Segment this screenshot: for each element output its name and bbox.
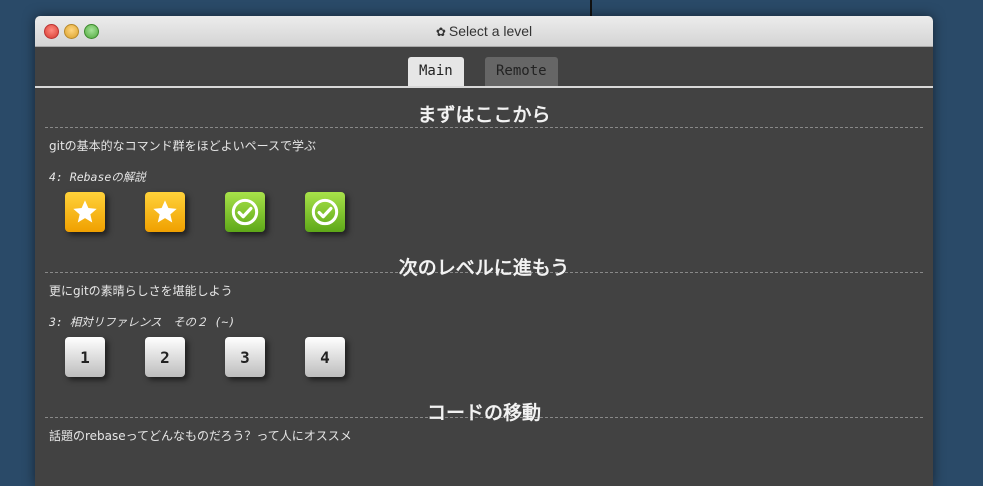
tab-bar: Main Remote [35, 47, 933, 88]
background-line [590, 0, 592, 16]
level-icon-row: 1 2 3 4 [35, 334, 933, 388]
section-title: 次のレベルに進もう [45, 243, 923, 279]
checkmark-icon [311, 198, 339, 226]
level-1-button[interactable]: 1 [65, 337, 105, 377]
level-2-button[interactable]: 2 [145, 337, 185, 377]
window-title-text: Select a level [448, 23, 533, 39]
level-icon-row [35, 189, 933, 243]
window-title: ✿ Select a level [35, 23, 933, 39]
current-level-name: 4: Rebaseの解説 [49, 170, 146, 184]
level-1-button[interactable] [65, 192, 105, 232]
tab-remote[interactable]: Remote [485, 57, 558, 86]
level-4-button[interactable] [305, 192, 345, 232]
tab-main[interactable]: Main [408, 57, 464, 86]
level-2-button[interactable] [145, 192, 185, 232]
section-title: コードの移動 [45, 388, 923, 424]
checkmark-icon [231, 198, 259, 226]
current-level-name: 3: 相対リファレンス その２ (~) [49, 315, 236, 329]
level-select-window: ✿ Select a level Main Remote まずはここから gitの… [35, 16, 933, 486]
star-icon [153, 200, 177, 223]
section-title: まずはここから [45, 88, 923, 128]
star-icon [73, 200, 97, 223]
level-3-button[interactable] [225, 192, 265, 232]
title-bar[interactable]: ✿ Select a level [35, 16, 933, 47]
gear-icon: ✿ [435, 25, 446, 39]
level-3-button[interactable]: 3 [225, 337, 265, 377]
section-description: gitの基本的なコマンド群をほどよいペースで学ぶ [49, 139, 317, 153]
level-4-button[interactable]: 4 [305, 337, 345, 377]
